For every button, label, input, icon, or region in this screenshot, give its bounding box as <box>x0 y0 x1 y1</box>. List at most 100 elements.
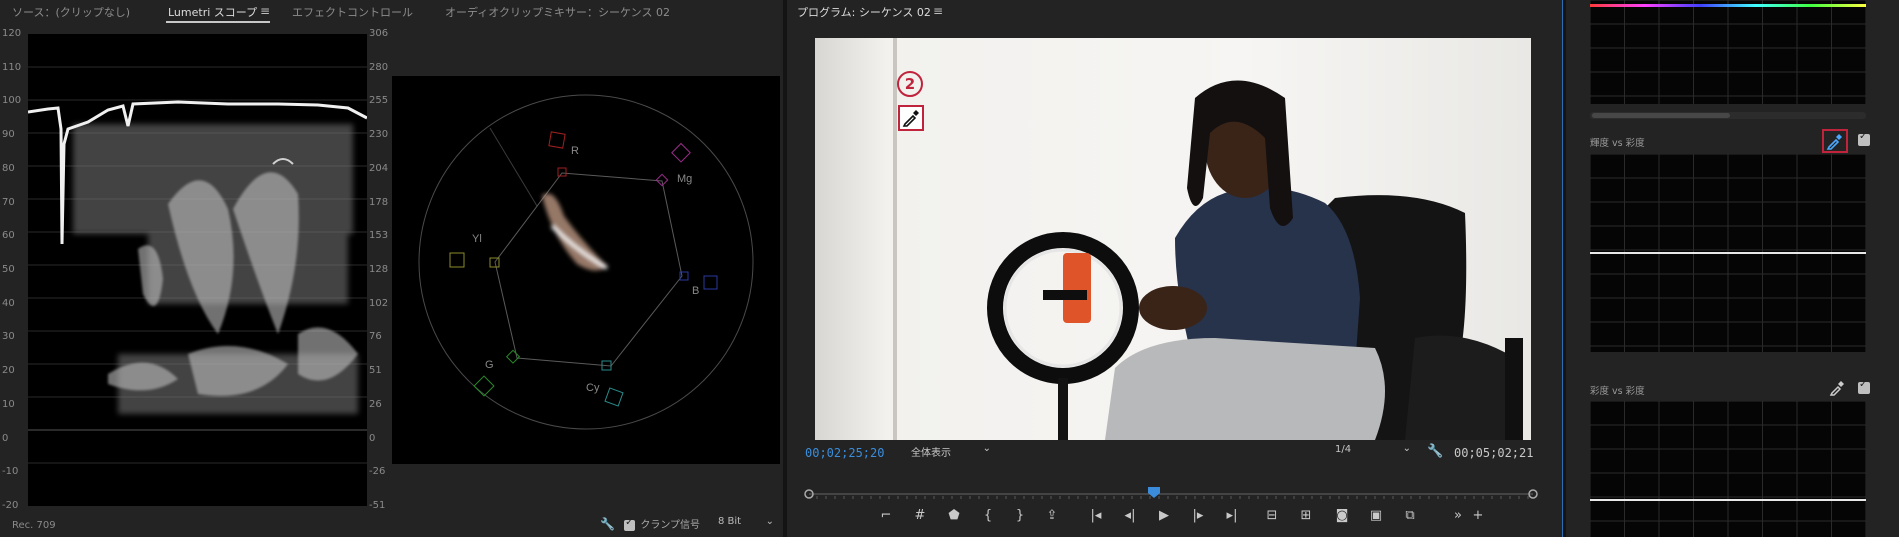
duration-timecode: 00;05;02;21 <box>1454 446 1534 460</box>
panel-menu-icon[interactable]: ≡ <box>260 4 270 18</box>
hue-curve-grid[interactable] <box>1590 0 1866 104</box>
comparison-view-icon[interactable]: ▣ <box>1367 506 1385 526</box>
lumetri-scopes-panel: ソース：(クリップなし) Lumetri スコープ ≡ エフェクトコントロール … <box>0 0 783 537</box>
waveform-right-axis-tick: 51 <box>369 365 382 377</box>
bit-depth-value: 8 Bit <box>718 516 742 527</box>
luma-vs-sat-curve-graphic <box>1590 154 1866 352</box>
extract-icon[interactable]: ⊞ <box>1297 506 1315 526</box>
tab-effect-controls[interactable]: エフェクトコントロール <box>292 4 413 20</box>
vectorscope-label-cy: Cy <box>586 382 600 394</box>
step-back-icon[interactable]: ◂| <box>1121 506 1139 526</box>
sat-vs-sat-curve-grid[interactable] <box>1590 401 1866 537</box>
waveform-left-axis-tick: 80 <box>2 162 15 174</box>
sat-vs-sat-label: 彩度 vs 彩度 <box>1590 386 1645 397</box>
eyedropper-icon <box>902 110 919 127</box>
program-menu-icon[interactable]: ≡ <box>933 4 943 18</box>
mini-timeline-ruler[interactable] <box>803 484 1539 499</box>
annotation-step-number: 2 <box>904 75 916 93</box>
luma-vs-sat-curve-grid[interactable] <box>1590 154 1866 352</box>
playback-resolution-value: 1/4 <box>1335 444 1352 455</box>
waveform-left-axis-tick: 50 <box>2 264 15 275</box>
lift-icon[interactable]: ⊟ <box>1263 506 1281 526</box>
hue-curve-graphic <box>1590 0 1866 104</box>
clamp-signal-label: クランプ信号 <box>640 520 701 531</box>
luma-vs-sat-eyedropper-button[interactable] <box>1822 129 1848 153</box>
panel-tab-bar: ソース：(クリップなし) Lumetri スコープ ≡ エフェクトコントロール … <box>0 0 783 24</box>
zoom-level-select[interactable]: 全体表示 ⌄ <box>909 443 995 460</box>
chevron-down-icon: ⌄ <box>1402 443 1411 454</box>
vectorscope-label-r: R <box>571 145 579 157</box>
go-to-out-icon[interactable]: ▸| <box>1223 506 1241 526</box>
vectorscope-label-g: G <box>485 359 494 371</box>
button-editor-plus-icon[interactable]: + <box>1469 506 1487 526</box>
waveform-left-axis-tick: 100 <box>2 95 22 107</box>
tab-lumetri-scopes[interactable]: Lumetri スコープ <box>168 4 257 20</box>
curve-scrollbar[interactable] <box>1590 112 1866 119</box>
scope-settings-wrench-icon[interactable]: 🔧 <box>600 517 615 531</box>
waveform-left-axis-tick: 110 <box>2 61 22 73</box>
program-video-frame[interactable]: 2 <box>815 38 1531 440</box>
waveform-right-axis-tick: 204 <box>369 162 389 174</box>
step-forward-icon[interactable]: |▸ <box>1189 506 1207 526</box>
focus-edge-indicator <box>1562 0 1563 537</box>
mark-in-bracket-icon[interactable]: { <box>979 506 997 526</box>
tab-audio-clip-mixer[interactable]: オーディオクリップミキサー：シーケンス 02 <box>445 4 670 20</box>
waveform-left-axis-tick: 30 <box>2 331 15 343</box>
waveform-right-axis-tick: 153 <box>369 230 389 242</box>
waveform-right-axis-tick: 76 <box>369 331 382 343</box>
waveform-left-axis-tick: 10 <box>2 398 15 410</box>
waveform-left-axis-tick: -20 <box>2 500 19 511</box>
program-monitor-title[interactable]: プログラム: シーケンス 02 <box>797 4 931 20</box>
waveform-right-axis-tick: 280 <box>369 61 389 73</box>
waveform-right-axis-tick: -26 <box>369 466 386 478</box>
camera-export-frame-icon[interactable]: ◙ <box>1333 506 1351 526</box>
playback-resolution-select[interactable]: 1/4 ⌄ <box>1331 443 1415 460</box>
waveform-right-axis-tick: 26 <box>369 398 382 410</box>
bit-depth-select[interactable]: 8 Bit ⌄ <box>718 516 776 533</box>
lumetri-curves-panel: 輝度 vs 彩度 彩度 vs 彩度 <box>1566 0 1899 537</box>
waveform-right-axis-tick: 178 <box>369 196 389 208</box>
annotation-step-badge: 2 <box>897 71 923 97</box>
clamp-signal-checkbox[interactable] <box>624 517 636 531</box>
sat-vs-sat-eyedropper-icon[interactable] <box>1828 379 1846 397</box>
vectorscope-label-yl: Yl <box>472 233 482 245</box>
current-timecode[interactable]: 00;02;25;20 <box>805 446 884 460</box>
waveform-left-axis-tick: 20 <box>2 365 15 377</box>
tab-source[interactable]: ソース：(クリップなし) <box>12 4 130 20</box>
transport-controls: ⌐ # ⬟ { } ⇪ |◂ ◂| ▶ |▸ ▸| ⊟ ⊞ ◙ ▣ ⧉ » + <box>877 506 1557 528</box>
eyedropper-icon <box>1826 134 1842 150</box>
waveform-left-axis-tick: 90 <box>2 129 15 141</box>
waveform-right-axis-tick: 102 <box>369 297 389 309</box>
more-controls-icon[interactable]: » <box>1449 506 1467 526</box>
settings-wrench-icon[interactable]: 🔧 <box>1427 444 1443 459</box>
vectorscope: R Mg Yl B G Cy <box>392 76 780 464</box>
scope-toolbar: 🔧 クランプ信号 <box>600 516 700 534</box>
luma-vs-sat-label: 輝度 vs 彩度 <box>1590 138 1645 149</box>
go-to-in-icon[interactable]: |◂ <box>1087 506 1105 526</box>
play-icon[interactable]: ▶ <box>1155 506 1173 526</box>
zoom-level-value: 全体表示 <box>911 448 951 459</box>
waveform-right-axis-tick: 306 <box>369 28 389 39</box>
waveform-left-axis-tick: -10 <box>2 466 19 478</box>
waveform-right-axis-tick: 230 <box>369 129 389 141</box>
sat-vs-sat-enable-checkbox[interactable] <box>1858 379 1870 394</box>
mark-in-icon[interactable]: ⌐ <box>877 506 895 526</box>
waveform-right-axis-tick: 128 <box>369 264 389 275</box>
proxy-toggle-icon[interactable]: ⧉ <box>1401 506 1419 526</box>
curve-scrollbar-thumb[interactable] <box>1592 113 1730 118</box>
vectorscope-label-b: B <box>692 285 699 297</box>
vectorscope-graphic: R Mg Yl B G Cy <box>418 94 754 430</box>
waveform-right-axis-tick: -51 <box>369 500 386 511</box>
luma-vs-sat-enable-checkbox[interactable] <box>1858 131 1870 146</box>
timeline-ruler-graphic <box>804 487 1538 499</box>
waveform-graphic <box>27 66 368 464</box>
export-frame-out-icon[interactable]: ⇪ <box>1043 506 1061 526</box>
active-tab-indicator <box>166 21 270 23</box>
waveform-left-axis-tick: 0 <box>2 432 9 444</box>
waveform-scope <box>27 34 368 506</box>
eyedropper-button[interactable] <box>898 105 924 131</box>
safe-margins-icon[interactable]: # <box>911 506 929 526</box>
add-marker-icon[interactable]: ⬟ <box>945 506 963 526</box>
mark-out-bracket-icon[interactable]: } <box>1011 506 1029 526</box>
video-frame-image <box>815 38 1531 440</box>
